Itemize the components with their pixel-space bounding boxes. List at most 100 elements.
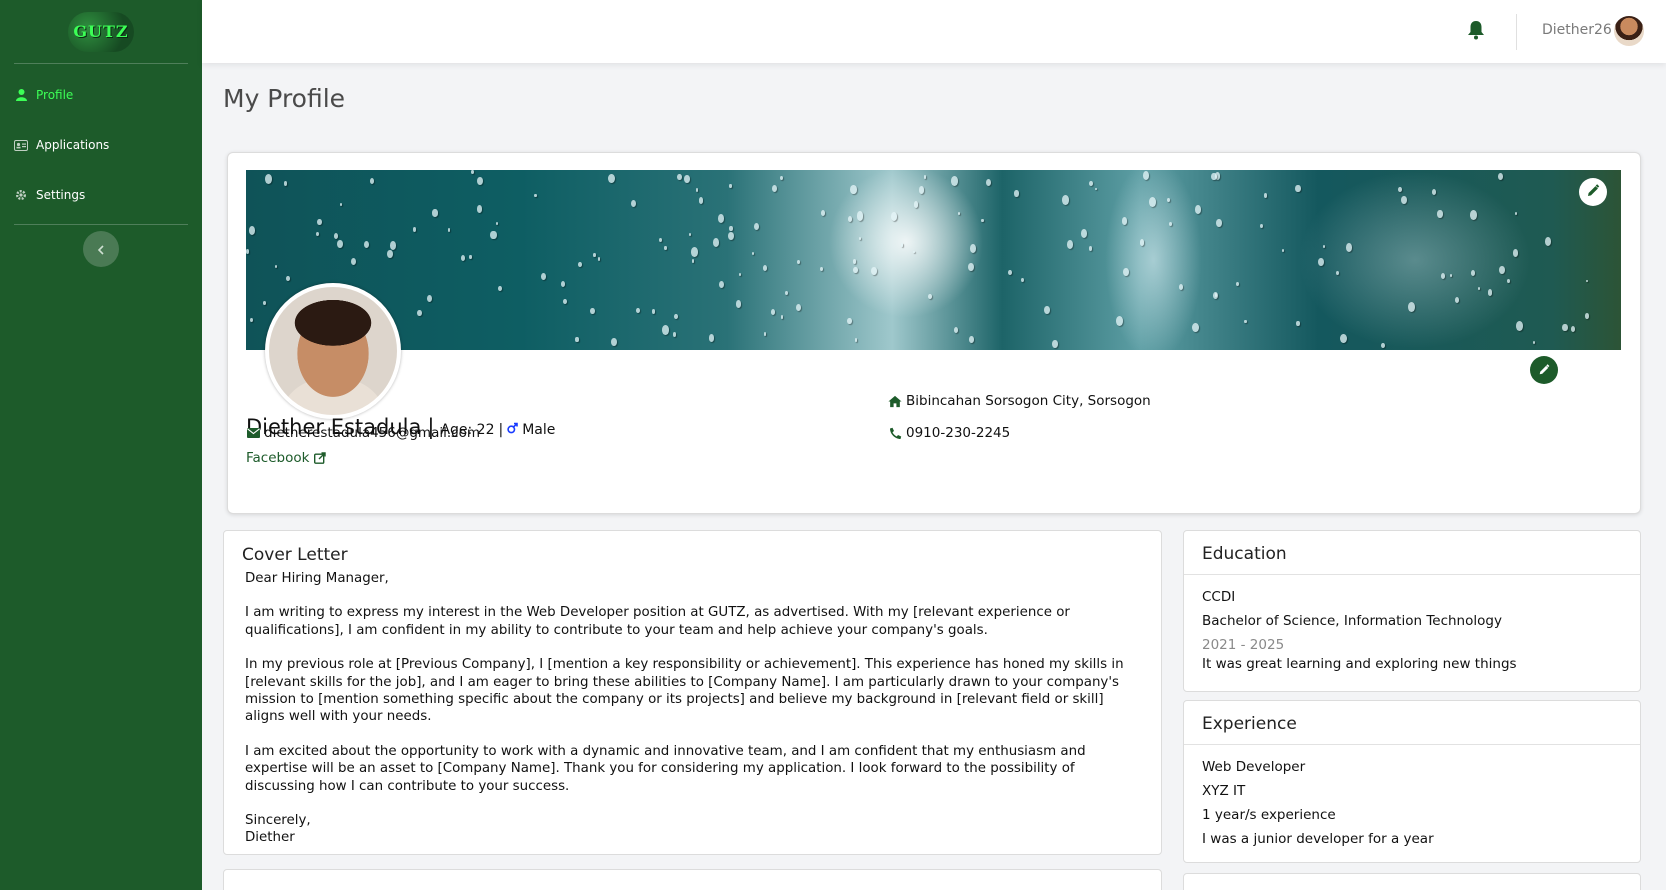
rain-drop xyxy=(1139,238,1145,246)
email-value: dietherestadula456@gmail.com xyxy=(264,425,480,441)
rain-drop xyxy=(1066,239,1074,249)
rain-drop xyxy=(1088,245,1093,251)
edit-profile-button[interactable] xyxy=(1530,356,1558,384)
rain-drop xyxy=(847,317,852,324)
rain-drop xyxy=(1080,228,1088,239)
rain-drop xyxy=(413,227,417,232)
rain-drop xyxy=(751,252,754,256)
rain-drop xyxy=(286,275,290,281)
rain-drop xyxy=(369,178,374,185)
education-note: It was great learning and exploring new … xyxy=(1202,656,1517,672)
rain-drop xyxy=(497,285,502,292)
rain-drop xyxy=(727,231,734,240)
cover-banner-image xyxy=(246,170,1621,350)
rain-drop xyxy=(263,301,267,306)
cover-letter-greeting: Dear Hiring Manager, xyxy=(245,571,389,586)
rain-drop xyxy=(1586,279,1589,283)
sidebar-nav: Profile Applications Settings xyxy=(14,70,188,225)
rain-drop xyxy=(1340,333,1348,344)
rain-drop xyxy=(1295,184,1301,193)
facebook-row[interactable]: Facebook xyxy=(246,450,331,466)
education-body: CCDI Bachelor of Science, Information Te… xyxy=(1184,575,1640,683)
rain-drop xyxy=(957,212,961,216)
rain-drop xyxy=(265,174,273,184)
address-row: Bibincahan Sorsogon City, Sorsogon xyxy=(888,393,1151,409)
rain-drop xyxy=(541,273,546,280)
chevron-left-icon xyxy=(97,240,105,259)
rain-drop xyxy=(1044,305,1051,314)
rain-drop xyxy=(820,209,826,216)
rain-drop xyxy=(1235,281,1239,286)
profile-card: Diether Estadula | Age: 22 | Male diethe… xyxy=(227,152,1641,514)
rain-drop xyxy=(337,239,344,249)
rain-drop xyxy=(364,240,370,249)
rain-drop xyxy=(333,232,339,239)
rain-drop xyxy=(1192,322,1199,332)
rain-drop xyxy=(986,179,992,187)
rain-drop xyxy=(796,259,801,265)
rain-drop xyxy=(981,219,984,223)
cover-letter-title: Cover Letter xyxy=(242,545,348,565)
rain-drop xyxy=(417,309,422,316)
rain-drop xyxy=(563,298,568,305)
bell-icon[interactable] xyxy=(1467,20,1487,42)
experience-body: Web Developer XYZ IT 1 year/s experience… xyxy=(1184,745,1640,861)
sidebar-item-profile[interactable]: Profile xyxy=(14,70,188,120)
sidebar-collapse-button[interactable] xyxy=(83,231,119,267)
pencil-icon xyxy=(1586,183,1600,202)
rain-drop xyxy=(858,236,862,241)
education-degree: Bachelor of Science, Information Technol… xyxy=(1202,613,1502,629)
phone-value: 0910-230-2245 xyxy=(906,425,1011,441)
username-label[interactable]: Diether26 xyxy=(1542,22,1612,38)
rain-drop xyxy=(1499,265,1506,275)
rain-drop xyxy=(469,255,472,259)
rain-drop xyxy=(1512,249,1519,258)
rain-drop xyxy=(1408,302,1416,312)
avatar[interactable] xyxy=(1614,16,1644,46)
rain-drop xyxy=(1532,340,1535,344)
rain-drop xyxy=(1477,286,1481,291)
rain-drop xyxy=(684,175,690,183)
cover-letter-body: Dear Hiring Manager, I am writing to exp… xyxy=(242,570,1143,847)
rain-drop xyxy=(1166,197,1170,203)
profile-gender: Male xyxy=(507,422,555,438)
phone-row: 0910-230-2245 xyxy=(888,425,1010,441)
rain-drop xyxy=(1317,258,1324,267)
rain-drop xyxy=(1323,245,1326,249)
rain-drop xyxy=(590,307,595,314)
rain-drop xyxy=(1142,171,1149,181)
page-title: My Profile xyxy=(223,84,346,113)
rain-drop xyxy=(1094,187,1097,191)
facebook-link[interactable]: Facebook xyxy=(246,450,309,466)
rain-drop xyxy=(1062,195,1069,205)
rain-drop xyxy=(771,309,776,315)
rain-drop xyxy=(1506,278,1510,283)
rain-drop xyxy=(611,338,618,347)
rain-drop xyxy=(1244,319,1247,324)
sidebar-item-applications[interactable]: Applications xyxy=(14,120,188,170)
rain-drop xyxy=(1437,210,1443,218)
rain-drop xyxy=(1213,292,1218,299)
rain-drop xyxy=(447,227,451,232)
education-card: Education CCDI Bachelor of Science, Info… xyxy=(1183,530,1641,692)
rain-drop xyxy=(432,209,438,217)
rain-drop xyxy=(1450,273,1453,278)
profile-photo xyxy=(265,283,401,419)
gutz-logo[interactable]: GUTZ xyxy=(68,11,134,52)
rain-drop xyxy=(1148,197,1156,207)
rain-drop xyxy=(1121,217,1128,225)
experience-duration: 1 year/s experience xyxy=(1202,807,1336,823)
sidebar-item-settings[interactable]: Settings xyxy=(14,170,188,220)
rain-drop xyxy=(476,205,483,213)
rain-drop xyxy=(496,221,499,225)
rain-drop xyxy=(283,180,288,186)
external-link-icon[interactable] xyxy=(313,451,327,465)
edit-banner-button[interactable] xyxy=(1579,178,1607,206)
rain-drop xyxy=(1008,269,1012,275)
rain-drop xyxy=(968,262,975,271)
rain-drop xyxy=(698,197,704,204)
rain-drop xyxy=(350,257,357,266)
rain-drop xyxy=(780,175,784,180)
rain-drop xyxy=(575,336,579,342)
user-icon xyxy=(14,88,28,102)
